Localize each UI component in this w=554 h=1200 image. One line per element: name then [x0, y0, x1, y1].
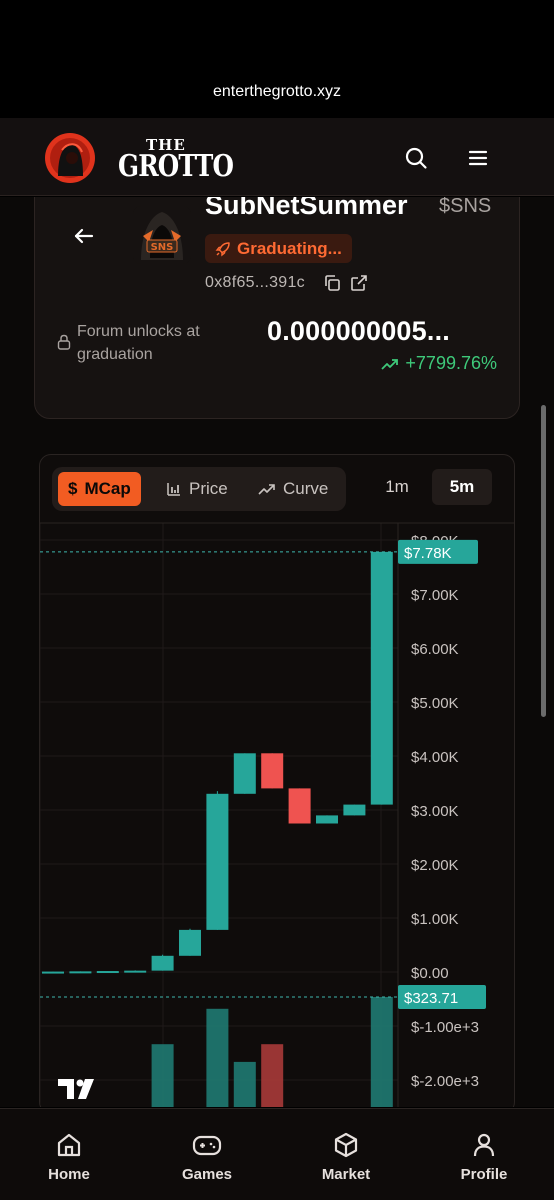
y-tick-label: $2.00K — [411, 857, 459, 874]
scrollbar[interactable] — [541, 405, 546, 717]
chart-card: $ MCap Price Curve 1m 5m $7.00K $6.00K $… — [39, 454, 515, 1107]
page-content[interactable]: SNS SubNetSummer $SNS Graduating... 0x8f… — [0, 197, 554, 1107]
candle — [179, 929, 201, 956]
arrow-left-icon — [74, 228, 94, 244]
candle — [288, 788, 311, 824]
bottom-nav: Home Games Market Profile — [0, 1108, 554, 1200]
volume-bars — [151, 997, 393, 1107]
price-change-value: +7799.76% — [405, 353, 497, 373]
volume-bar — [233, 1061, 256, 1107]
brand-grotto: GROTTO — [118, 149, 234, 184]
home-icon — [57, 1133, 81, 1157]
menu-button[interactable] — [464, 144, 492, 172]
y-tick-label: $7.00K — [411, 587, 459, 604]
browser-url-bar: enterthegrotto.xyz — [0, 0, 554, 118]
candle — [151, 955, 174, 971]
candle — [124, 970, 147, 973]
nav-games[interactable]: Games — [168, 1131, 246, 1183]
token-price: 0.000000005... — [267, 316, 450, 346]
y-tick-label: $4.00K — [411, 749, 459, 766]
candles — [42, 551, 393, 974]
token-name: SubNetSummer — [205, 197, 408, 220]
nav-home-label: Home — [48, 1166, 90, 1183]
nav-market[interactable]: Market — [306, 1131, 386, 1183]
candle — [343, 804, 366, 816]
nav-home[interactable]: Home — [30, 1131, 108, 1183]
nav-market-label: Market — [321, 1166, 371, 1183]
price-axis: $8.00K$7.00K$6.00K$5.00K$4.00K$3.00K$2.0… — [40, 522, 514, 1107]
forum-unlock-text: Forum unlocks at graduation — [77, 323, 200, 363]
y-tick-label: $5.00K — [411, 695, 459, 712]
menu-icon — [468, 150, 488, 166]
grotto-logo-icon[interactable] — [44, 132, 96, 184]
user-icon — [473, 1133, 495, 1157]
candle — [69, 971, 92, 974]
nav-profile-label: Profile — [460, 1166, 508, 1183]
y-tick-label: $3.00K — [411, 803, 459, 820]
price-change: +7799.76% — [381, 353, 497, 374]
candle — [42, 971, 64, 974]
token-card: SNS SubNetSummer $SNS Graduating... 0x8f… — [34, 197, 520, 419]
trend-up-icon — [381, 358, 399, 370]
url-text[interactable]: enterthegrotto.xyz — [0, 83, 554, 101]
volume-bar — [261, 1044, 284, 1107]
search-button[interactable] — [402, 144, 430, 172]
candle — [316, 815, 338, 824]
volume-value-label: $323.71 — [404, 990, 458, 1007]
graduating-label: Graduating... — [237, 238, 342, 258]
volume-bar — [151, 1044, 174, 1107]
copy-icon[interactable] — [323, 274, 341, 292]
last-value-label: $7.78K — [404, 545, 452, 562]
external-link-icon[interactable] — [350, 274, 368, 292]
y-tick-label: $6.00K — [411, 641, 459, 658]
volume-bar — [206, 1008, 229, 1107]
y-tick-label: $-1.00e+3 — [411, 1019, 479, 1036]
svg-text:SNS: SNS — [151, 242, 174, 253]
tradingview-logo-icon — [58, 1079, 94, 1099]
y-tick-label: $1.00K — [411, 911, 459, 928]
candle — [233, 753, 256, 794]
candle — [96, 971, 119, 974]
nav-games-label: Games — [181, 1166, 233, 1183]
app-header: THE GROTTO — [0, 118, 554, 196]
y-tick-label: $0.00 — [411, 965, 449, 982]
rocket-icon — [215, 241, 230, 256]
gamepad-icon — [192, 1135, 222, 1156]
cube-icon — [334, 1132, 358, 1158]
contract-address: 0x8f65...391c — [205, 274, 305, 291]
candle — [370, 551, 393, 805]
lock-icon — [57, 334, 71, 350]
back-button[interactable] — [71, 223, 97, 249]
candlestick-chart[interactable]: $8.00K$7.00K$6.00K$5.00K$4.00K$3.00K$2.0… — [40, 455, 515, 1107]
y-tick-label: $-2.00e+3 — [411, 1073, 479, 1090]
search-icon — [405, 147, 427, 169]
candle — [206, 793, 229, 930]
volume-bar — [370, 997, 393, 1107]
candle — [261, 753, 284, 789]
token-ticker: $SNS — [439, 197, 492, 217]
token-avatar: SNS — [133, 206, 191, 264]
graduating-badge: Graduating... — [205, 234, 352, 263]
nav-profile[interactable]: Profile — [444, 1131, 524, 1183]
